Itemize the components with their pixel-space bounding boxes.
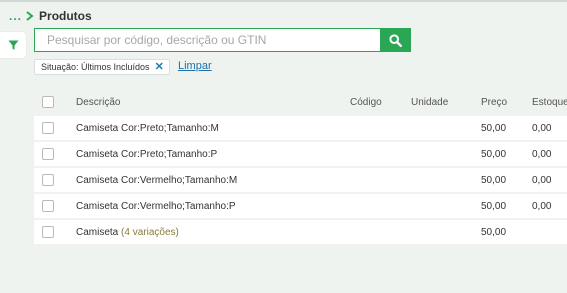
table-row[interactable]: Camiseta Cor:Vermelho;Tamanho:P 50,00 0,… <box>34 194 567 218</box>
search-icon <box>389 33 402 47</box>
row-estoque: 0,00 <box>532 122 552 134</box>
row-estoque: 0,00 <box>532 200 552 212</box>
row-preco: 50,00 <box>481 226 507 238</box>
column-header-codigo[interactable]: Código <box>350 88 382 116</box>
close-icon[interactable]: ✕ <box>155 61 164 73</box>
column-header-preco[interactable]: Preço <box>481 88 507 116</box>
chevron-right-icon <box>26 11 34 21</box>
row-preco: 50,00 <box>481 122 507 134</box>
row-estoque: 0,00 <box>532 174 552 186</box>
filter-chip-situacao: Situação: Últimos Incluídos ✕ <box>34 59 170 75</box>
row-preco: 50,00 <box>481 200 507 212</box>
filter-icon <box>8 40 18 50</box>
row-descricao[interactable]: Camiseta Cor:Preto;Tamanho:P <box>76 142 217 166</box>
breadcrumb: ... Produtos <box>9 8 92 24</box>
filter-chip-label: Situação: Últimos Incluídos <box>41 62 150 72</box>
search-input[interactable] <box>34 28 380 52</box>
row-descricao[interactable]: Camiseta Cor:Vermelho;Tamanho:P <box>76 194 236 218</box>
row-descricao[interactable]: Camiseta Cor:Preto;Tamanho:M <box>76 116 219 140</box>
row-preco: 50,00 <box>481 148 507 160</box>
clear-filters-link[interactable]: Limpar <box>178 60 212 72</box>
search-bar <box>34 28 411 52</box>
column-header-descricao[interactable]: Descrição <box>76 88 120 116</box>
row-checkbox[interactable] <box>42 122 54 134</box>
row-preco: 50,00 <box>481 174 507 186</box>
products-table: Descrição Código Unidade Preço Estoque C… <box>34 88 567 246</box>
row-descricao[interactable]: Camiseta Cor:Vermelho;Tamanho:M <box>76 168 237 192</box>
table-row[interactable]: Camiseta Cor:Vermelho;Tamanho:M 50,00 0,… <box>34 168 567 192</box>
row-checkbox[interactable] <box>42 174 54 186</box>
select-all-checkbox[interactable] <box>42 96 54 108</box>
table-row[interactable]: Camiseta Cor:Preto;Tamanho:M 50,00 0,00 <box>34 116 567 140</box>
page-title: Produtos <box>39 9 92 23</box>
row-checkbox[interactable] <box>42 200 54 212</box>
table-header: Descrição Código Unidade Preço Estoque <box>34 88 567 116</box>
breadcrumb-ellipsis[interactable]: ... <box>9 9 22 23</box>
top-divider <box>0 0 567 2</box>
column-header-unidade[interactable]: Unidade <box>411 88 448 116</box>
row-estoque: 0,00 <box>532 148 552 160</box>
table-row[interactable]: Camiseta (4 variações) 50,00 <box>34 220 567 244</box>
row-descricao-text: Camiseta <box>76 226 119 238</box>
filter-toggle-button[interactable] <box>0 32 26 58</box>
row-descricao[interactable]: Camiseta (4 variações) <box>76 220 179 244</box>
column-header-estoque[interactable]: Estoque <box>532 88 567 116</box>
variations-link[interactable]: (4 variações) <box>121 227 179 238</box>
search-button[interactable] <box>380 28 411 52</box>
table-row[interactable]: Camiseta Cor:Preto;Tamanho:P 50,00 0,00 <box>34 142 567 166</box>
row-checkbox[interactable] <box>42 226 54 238</box>
row-checkbox[interactable] <box>42 148 54 160</box>
